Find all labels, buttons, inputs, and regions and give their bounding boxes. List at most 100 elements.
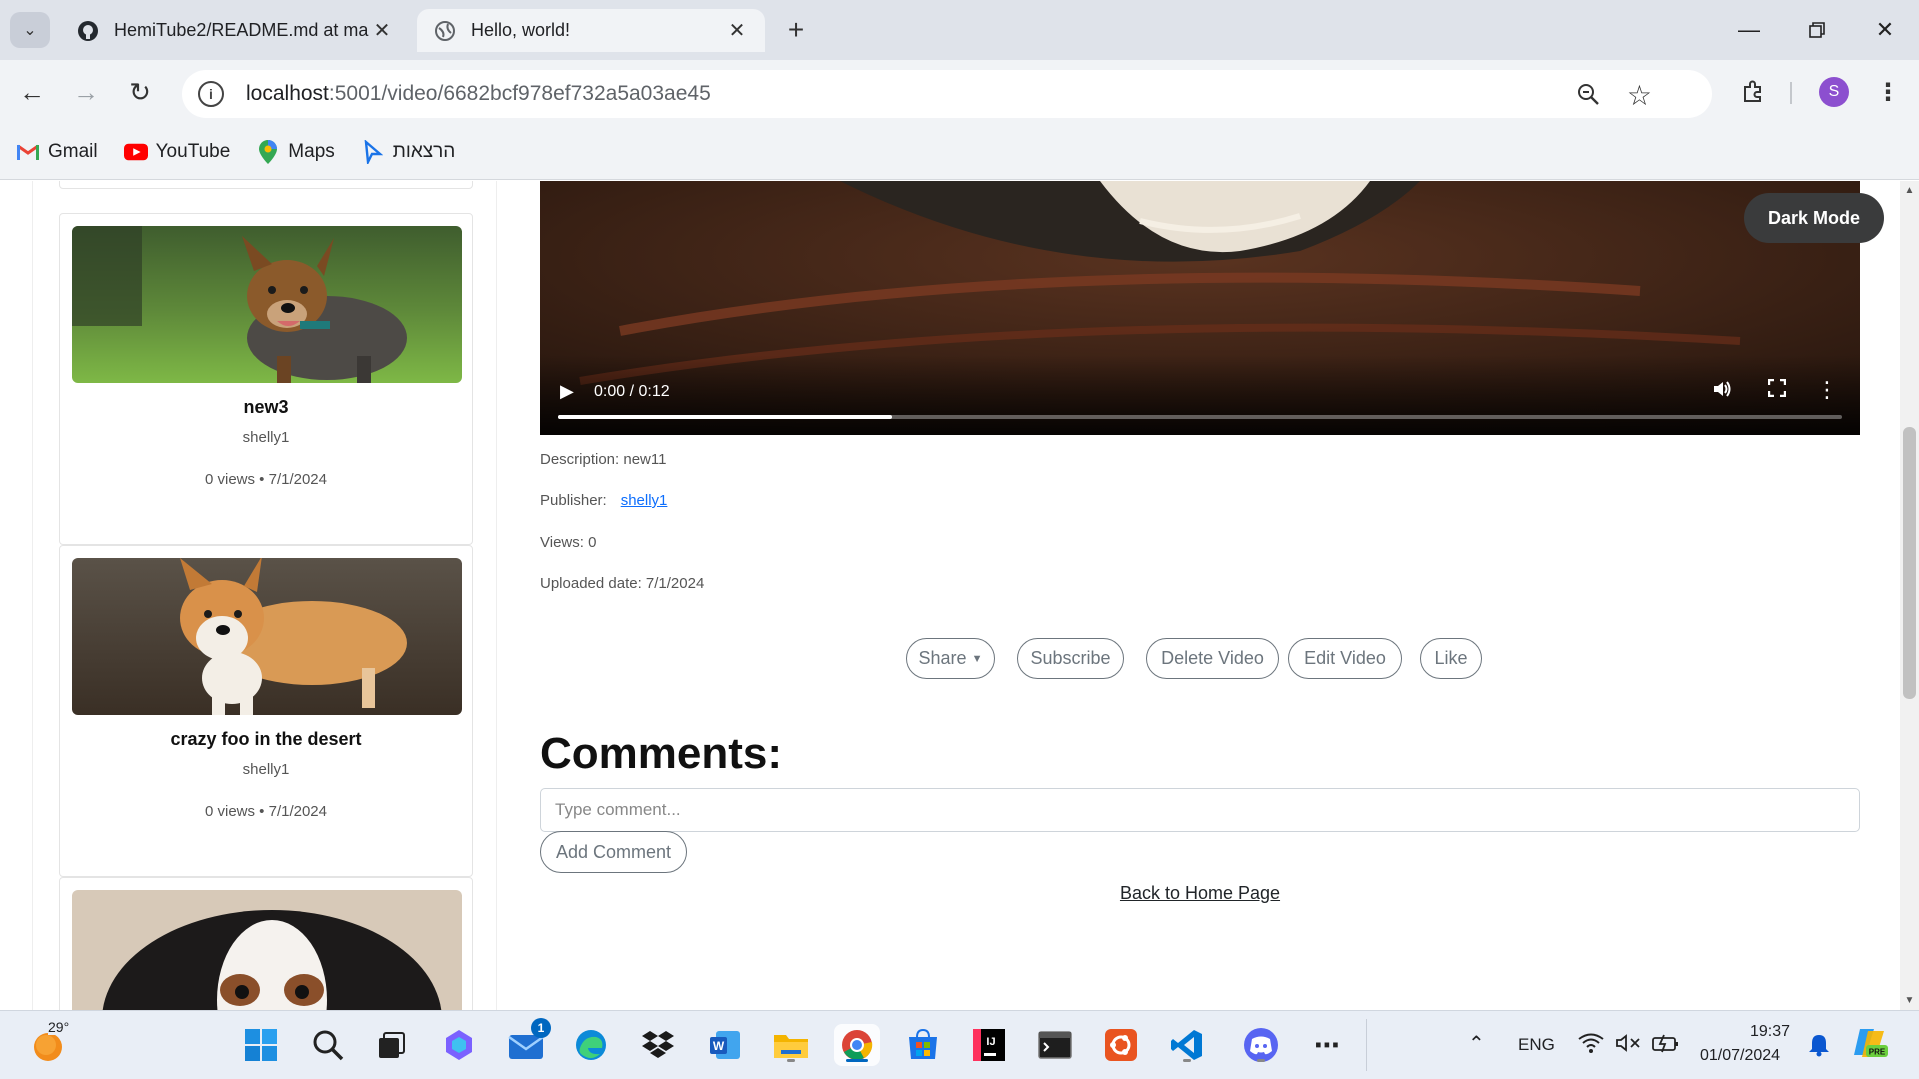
- video-title[interactable]: crazy foo in the desert: [60, 729, 472, 750]
- reload-icon: ↻: [129, 76, 151, 107]
- delete-video-button[interactable]: Delete Video: [1146, 638, 1279, 679]
- lecture-icon: [361, 139, 385, 164]
- video-card-partial[interactable]: [59, 181, 473, 189]
- browser-toolbar: ← → ↻ i localhost:5001/video/6682bcf978e…: [0, 60, 1919, 124]
- bookmark-gmail[interactable]: Gmail: [16, 140, 98, 164]
- extensions-button[interactable]: [1735, 74, 1771, 110]
- edit-video-button[interactable]: Edit Video: [1288, 638, 1402, 679]
- play-icon[interactable]: ▶: [560, 381, 574, 402]
- bookmarks-bar: Gmail YouTube Maps הרצאות: [0, 124, 1919, 180]
- share-button[interactable]: Share ▼: [906, 638, 995, 679]
- like-button[interactable]: Like: [1420, 638, 1482, 679]
- publisher-link[interactable]: shelly1: [621, 492, 668, 509]
- weather-widget[interactable]: 29°: [30, 1019, 70, 1063]
- address-bar[interactable]: i localhost:5001/video/6682bcf978ef732a5…: [182, 70, 1712, 118]
- video-card[interactable]: new3 shelly1 0 views • 7/1/2024: [59, 213, 473, 545]
- video-author: shelly1: [242, 761, 290, 778]
- close-icon[interactable]: ✕: [370, 19, 394, 43]
- search-icon: [313, 1030, 344, 1061]
- fullscreen-icon[interactable]: [1767, 378, 1787, 403]
- intellij-app[interactable]: IJ: [968, 1024, 1010, 1066]
- store-app[interactable]: [902, 1024, 944, 1066]
- video-controls: ▶ 0:00 / 0:12 ⋮: [540, 355, 1860, 435]
- close-window-button[interactable]: ✕: [1862, 12, 1908, 48]
- terminal-app[interactable]: [1034, 1024, 1076, 1066]
- forward-button[interactable]: →: [68, 74, 104, 110]
- restore-button[interactable]: [1794, 12, 1840, 48]
- notification-bell-icon[interactable]: [1808, 1033, 1830, 1062]
- url-text[interactable]: localhost:5001/video/6682bcf978ef732a5a0…: [246, 82, 711, 106]
- back-home-row: Back to Home Page: [540, 883, 1860, 904]
- mail-badge: 1: [531, 1018, 551, 1038]
- volume-icon[interactable]: [1712, 379, 1732, 405]
- new-tab-button[interactable]: +: [780, 14, 812, 46]
- edge-icon: [576, 1030, 606, 1060]
- restore-icon: [1809, 22, 1825, 38]
- wifi-icon[interactable]: [1578, 1033, 1604, 1058]
- more-vertical-icon[interactable]: ⋮: [1816, 377, 1838, 403]
- scrollbar-thumb[interactable]: [1903, 427, 1916, 699]
- profile-button[interactable]: S: [1816, 74, 1852, 110]
- scroll-up-icon[interactable]: ▲: [1900, 185, 1919, 196]
- maps-icon: [256, 139, 280, 164]
- browser-menu-button[interactable]: ⋮: [1870, 74, 1906, 110]
- comment-input[interactable]: [540, 788, 1860, 832]
- tab-search-button[interactable]: ⌄: [10, 12, 50, 48]
- subscribe-button[interactable]: Subscribe: [1017, 638, 1124, 679]
- video-meta: 0 views • 7/1/2024: [205, 471, 327, 488]
- vscode-app[interactable]: [1166, 1024, 1208, 1066]
- bookmark-star-icon[interactable]: ☆: [1627, 79, 1652, 112]
- page-scrollbar[interactable]: ▲ ▼: [1900, 181, 1919, 1010]
- clock-time[interactable]: 19:37: [1750, 1023, 1790, 1041]
- word-app[interactable]: W: [704, 1024, 746, 1066]
- close-icon[interactable]: ✕: [725, 19, 749, 43]
- discord-app[interactable]: [1240, 1024, 1282, 1066]
- video-card[interactable]: [59, 877, 473, 1010]
- copilot-pre-icon[interactable]: PRE: [1852, 1025, 1888, 1066]
- volume-muted-icon[interactable]: [1616, 1033, 1642, 1058]
- video-title[interactable]: new3: [60, 397, 472, 418]
- bookmark-label: Maps: [288, 140, 335, 162]
- ubuntu-app[interactable]: [1100, 1024, 1142, 1066]
- copilot-icon: [446, 1030, 472, 1060]
- start-button[interactable]: [240, 1024, 282, 1066]
- video-thumbnail[interactable]: [72, 890, 462, 1010]
- battery-icon[interactable]: [1652, 1033, 1680, 1058]
- tab-github-readme[interactable]: HemiTube2/README.md at ma ✕: [60, 9, 410, 52]
- discord-icon: [1244, 1028, 1278, 1062]
- running-indicator: [1257, 1059, 1265, 1062]
- video-thumbnail[interactable]: [72, 226, 462, 383]
- back-home-link[interactable]: Back to Home Page: [1120, 883, 1280, 903]
- search-button[interactable]: [307, 1024, 349, 1066]
- language-indicator[interactable]: ENG: [1518, 1035, 1555, 1055]
- site-info-icon[interactable]: i: [198, 81, 224, 107]
- task-view-button[interactable]: [370, 1024, 412, 1066]
- file-explorer-app[interactable]: [770, 1024, 812, 1066]
- video-player[interactable]: ▶ 0:00 / 0:12 ⋮: [540, 181, 1860, 435]
- video-thumbnail[interactable]: [72, 558, 462, 715]
- dark-mode-button[interactable]: Dark Mode: [1744, 193, 1884, 243]
- video-card[interactable]: crazy foo in the desert shelly1 0 views …: [59, 545, 473, 877]
- scroll-down-icon[interactable]: ▼: [1900, 995, 1919, 1006]
- bookmark-youtube[interactable]: YouTube: [123, 140, 230, 164]
- dropbox-app[interactable]: [637, 1024, 679, 1066]
- add-comment-button[interactable]: Add Comment: [540, 831, 687, 873]
- zoom-icon[interactable]: [1576, 82, 1600, 112]
- bookmark-maps[interactable]: Maps: [256, 139, 335, 164]
- chevron-up-icon[interactable]: ⌃: [1468, 1031, 1485, 1056]
- more-vertical-icon: ⋮: [1876, 78, 1900, 106]
- clock-date[interactable]: 01/07/2024: [1700, 1047, 1780, 1065]
- more-apps-button[interactable]: ⋯: [1306, 1024, 1348, 1066]
- copilot-button[interactable]: [438, 1024, 480, 1066]
- video-progress-track[interactable]: [558, 415, 1842, 419]
- tab-hello-world[interactable]: Hello, world! ✕: [417, 9, 765, 52]
- mail-app[interactable]: 1: [505, 1018, 551, 1066]
- back-button[interactable]: ←: [14, 74, 50, 110]
- edge-app[interactable]: [570, 1024, 612, 1066]
- minimize-button[interactable]: —: [1726, 12, 1772, 48]
- bookmark-lectures[interactable]: הרצאות: [361, 139, 455, 164]
- chrome-app[interactable]: [834, 1024, 880, 1066]
- video-description: Description: new11: [540, 451, 667, 468]
- reload-button[interactable]: ↻: [122, 74, 158, 110]
- task-view-icon: [379, 1032, 405, 1058]
